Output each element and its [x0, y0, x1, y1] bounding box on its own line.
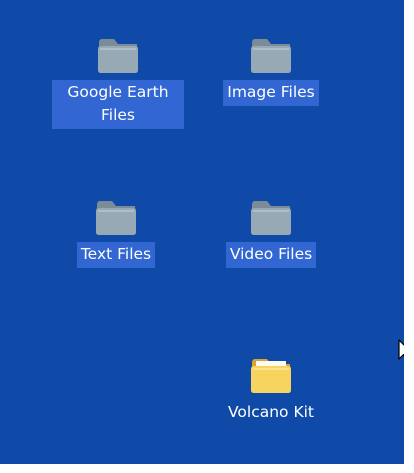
folder-icon	[98, 39, 138, 73]
folder-icon	[251, 359, 291, 393]
icon-label: Image Files	[223, 80, 319, 106]
desktop-icon-google-earth-files[interactable]: Google Earth Files	[48, 30, 188, 129]
icon-label: Volcano Kit	[228, 403, 314, 421]
mouse-pointer-icon	[398, 339, 404, 360]
desktop-icon-image-files[interactable]: Image Files	[201, 30, 341, 106]
desktop-icon-video-files[interactable]: Video Files	[201, 192, 341, 268]
folder-icon	[251, 201, 291, 235]
folder-icon	[96, 201, 136, 235]
desktop-icon-volcano-kit[interactable]: Volcano Kit	[201, 350, 341, 426]
icon-label: Google Earth Files	[52, 80, 184, 129]
icon-label: Video Files	[225, 242, 317, 268]
desktop-icon-text-files[interactable]: Text Files	[46, 192, 186, 268]
icon-label: Text Files	[76, 242, 156, 268]
folder-icon	[251, 39, 291, 73]
desktop[interactable]: Google Earth Files Image Files Text File…	[0, 0, 404, 464]
